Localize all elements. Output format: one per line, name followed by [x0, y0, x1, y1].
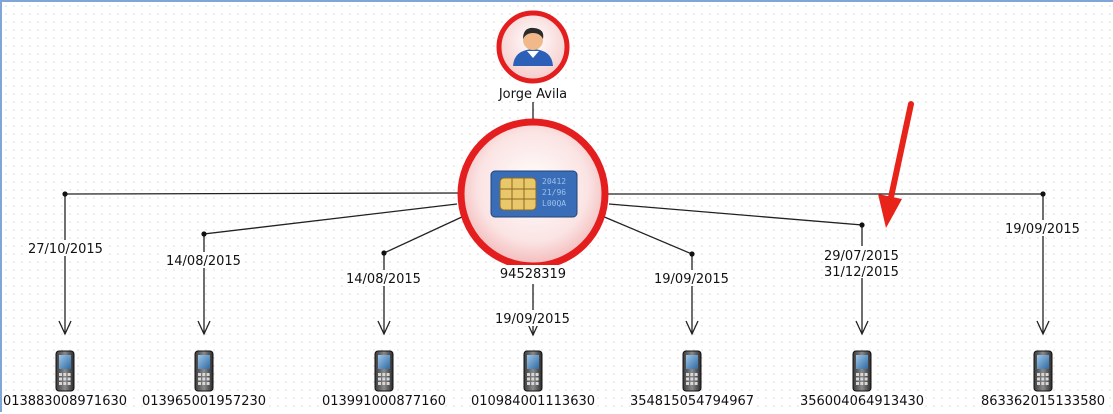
edge-date-4: 19/09/2015: [495, 312, 570, 327]
mobile-phone-icon: [682, 350, 702, 392]
device-layer: 013883008971630 013965001957230 0139910008…: [3, 350, 1105, 409]
sim-card-icon: 20412 21/96 L00QA: [490, 170, 578, 218]
sim-card-text-1: 20412: [542, 177, 566, 186]
device-node[interactable]: 356004064913430: [800, 350, 924, 409]
device-node[interactable]: 863362015133580: [981, 350, 1105, 409]
device-imei: 013883008971630: [3, 394, 127, 409]
mobile-phone-icon: [523, 350, 543, 392]
device-node[interactable]: 354815054794967: [630, 350, 754, 409]
edge-date-6a: 29/07/2015: [824, 249, 899, 264]
edge-device-1: [64, 192, 463, 334]
sim-card-text-2: 21/96: [542, 188, 566, 197]
device-imei: 010984001113630: [471, 394, 595, 409]
junction-dot: [201, 231, 207, 237]
edge-date-2: 14/08/2015: [166, 254, 241, 269]
mobile-phone-icon: [194, 350, 214, 392]
edge-date-5: 19/09/2015: [654, 272, 729, 287]
edge-date-7: 19/09/2015: [1005, 222, 1080, 237]
device-imei: 356004064913430: [800, 394, 924, 409]
junction-dot: [689, 251, 695, 257]
junction-dot: [62, 191, 68, 197]
sim-card-text-3: L00QA: [542, 199, 566, 208]
edge-date-6b: 31/12/2015: [824, 265, 899, 280]
device-node[interactable]: 010984001113630: [471, 350, 595, 409]
device-imei: 354815054794967: [630, 394, 754, 409]
device-imei: 013965001957230: [142, 394, 266, 409]
mobile-phone-icon: [852, 350, 872, 392]
edge-device-2: [203, 203, 458, 334]
mobile-phone-icon: [55, 350, 75, 392]
device-imei: 863362015133580: [981, 394, 1105, 409]
edge-date-1: 27/10/2015: [28, 242, 103, 257]
edge-date-3: 14/08/2015: [346, 272, 421, 287]
person-node[interactable]: [496, 10, 570, 84]
junction-dot: [381, 250, 387, 256]
link-graph: 27/10/2015 14/08/2015 14/08/2015 19/09/2…: [3, 10, 1105, 409]
device-node[interactable]: 013883008971630: [3, 350, 127, 409]
sim-number: 94528319: [500, 267, 566, 282]
junction-dot: [859, 222, 865, 228]
sim-node[interactable]: 20412 21/96 L00QA: [457, 118, 609, 270]
annotation-arrow: [878, 101, 914, 228]
device-imei: 013991000877160: [322, 394, 446, 409]
person-name: Jorge Avila: [498, 87, 567, 102]
device-node[interactable]: 013991000877160: [322, 350, 446, 409]
device-node[interactable]: 013965001957230: [142, 350, 266, 409]
junction-dot: [1040, 191, 1046, 197]
mobile-phone-icon: [374, 350, 394, 392]
graph-canvas[interactable]: 27/10/2015 14/08/2015 14/08/2015 19/09/2…: [0, 0, 1113, 412]
mobile-phone-icon: [1033, 350, 1053, 392]
